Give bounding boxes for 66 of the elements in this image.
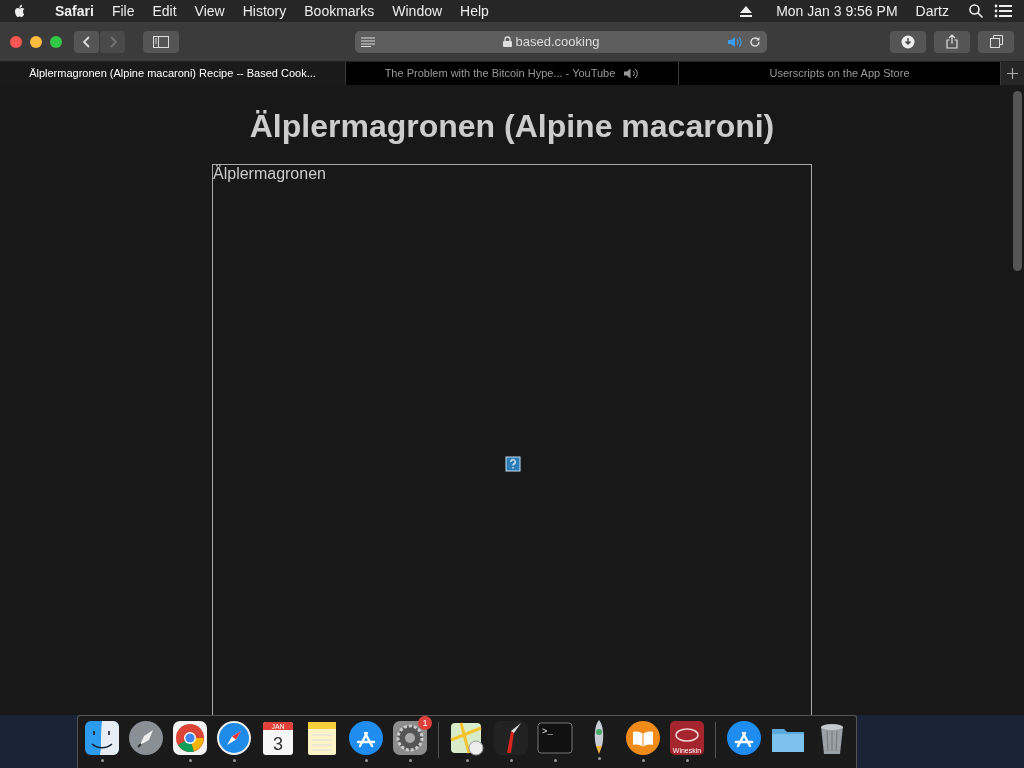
share-button[interactable] [934, 30, 970, 53]
tab[interactable]: The Problem with the Bitcoin Hype... - YouTube [346, 62, 679, 85]
sidebar-button[interactable] [143, 30, 179, 53]
menu-item[interactable]: Window [383, 0, 452, 22]
back-button[interactable] [74, 30, 99, 53]
search-icon[interactable] [968, 3, 984, 19]
download-button[interactable] [890, 30, 926, 53]
calendar-day: 3 [273, 734, 283, 754]
compass-icon [216, 720, 252, 756]
page-title: Älplermagronen (Alpine macaroni) [249, 107, 775, 145]
tab-title: Userscripts on the App Store [769, 66, 910, 82]
tab[interactable]: Userscripts on the App Store [679, 62, 1001, 85]
dock-app[interactable] [348, 720, 384, 762]
dock-app[interactable] [84, 720, 120, 762]
app-store-icon [726, 720, 762, 756]
lock-icon [502, 36, 512, 47]
book-icon [625, 720, 661, 756]
dock-app[interactable] [449, 720, 485, 762]
browser-icon [172, 720, 208, 756]
menu-item[interactable]: Edit [143, 0, 186, 22]
zoom-button[interactable] [50, 35, 62, 48]
rocket-icon [128, 720, 164, 756]
menu-item[interactable]: History [233, 0, 296, 22]
close-button[interactable] [10, 35, 22, 48]
finder-icon [84, 720, 120, 756]
chevron-right-icon [107, 34, 118, 49]
download-icon [901, 34, 915, 49]
dock-app[interactable]: 1 [392, 720, 428, 762]
dock-app[interactable]: >_ [537, 720, 573, 762]
gear-icon [392, 720, 428, 756]
list-icon[interactable] [994, 4, 1012, 18]
chevron-left-icon [81, 34, 92, 49]
url-text: based.cooking [515, 32, 600, 51]
scrollbar-thumb[interactable] [1013, 91, 1022, 271]
app-menu[interactable]: Safari [46, 0, 103, 22]
menu-item[interactable]: View [185, 0, 234, 22]
tabs-icon [989, 35, 1003, 48]
broken-image-icon [505, 456, 521, 472]
tabs-overview-button[interactable] [978, 30, 1014, 53]
sidebar-icon [153, 35, 169, 48]
dock-app[interactable] [625, 720, 661, 762]
user-menu[interactable]: Dartz [906, 0, 958, 22]
reader-icon [361, 36, 375, 47]
tab[interactable]: Älplermagronen (Alpine macaroni) Recipe -- Based Cook... [0, 62, 346, 85]
rocket-icon [593, 720, 605, 754]
address-bar[interactable]: based.cooking [355, 30, 767, 53]
notification-badge: 1 [418, 716, 432, 730]
map-icon [449, 720, 485, 756]
dock-app[interactable] [216, 720, 252, 762]
dock-app[interactable] [172, 720, 208, 762]
share-icon [946, 34, 958, 49]
plus-icon [1007, 68, 1018, 79]
menu-item[interactable]: File [102, 0, 144, 22]
app-store-icon [348, 720, 384, 756]
menu-item[interactable]: Bookmarks [295, 0, 384, 22]
terminal-prompt: >_ [542, 727, 553, 737]
reload-icon[interactable] [749, 35, 761, 48]
eject-icon[interactable] [739, 4, 754, 18]
minimize-button[interactable] [30, 35, 42, 48]
menu-clock[interactable]: Mon Jan 3 9:56 PM [767, 0, 907, 22]
tab-title: Älplermagronen (Alpine macaroni) Recipe -- Based Cook... [29, 66, 316, 82]
menu-item[interactable]: Help [451, 0, 498, 22]
image-alt-text: Älplermagronen [213, 165, 327, 183]
speaker-icon[interactable] [623, 68, 640, 79]
tab-title: The Problem with the Bitcoin Hype... - YouTube [384, 66, 616, 82]
knife-icon [493, 720, 529, 756]
